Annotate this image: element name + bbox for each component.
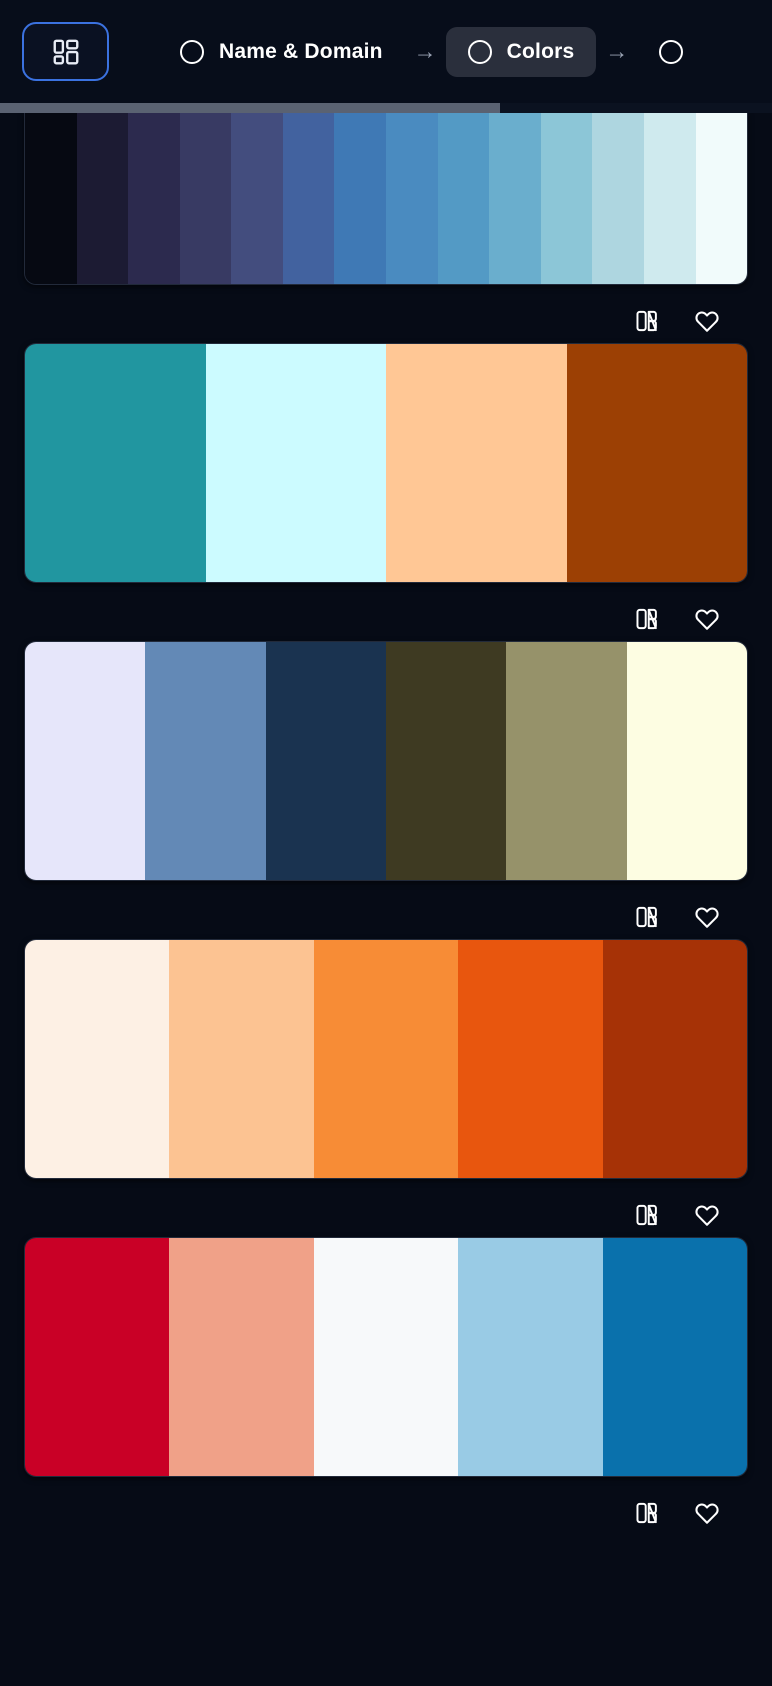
color-swatch[interactable] <box>128 113 180 284</box>
horizontal-scrollbar-track[interactable] <box>0 103 772 113</box>
color-swatch[interactable] <box>179 113 232 284</box>
color-swatch[interactable] <box>231 113 283 284</box>
palette-list[interactable] <box>0 113 772 1686</box>
step-name-and-domain[interactable]: Name & Domain <box>158 27 405 77</box>
color-swatch[interactable] <box>25 1238 170 1476</box>
color-swatch[interactable] <box>566 344 747 582</box>
color-swatch[interactable] <box>386 344 567 582</box>
color-swatch[interactable] <box>265 642 386 880</box>
dashboard-button[interactable] <box>22 22 109 81</box>
palette-actions <box>24 1477 748 1535</box>
step-colors[interactable]: Colors <box>445 26 597 77</box>
circle-outline-icon <box>467 39 492 64</box>
palette-card[interactable] <box>24 641 748 881</box>
color-swatch[interactable] <box>540 113 593 284</box>
circle-outline-icon <box>180 39 204 64</box>
palette-actions <box>24 1179 748 1237</box>
palette-card[interactable] <box>24 113 748 285</box>
heart-icon[interactable] <box>694 904 720 930</box>
step-label: Colors <box>506 39 575 63</box>
circle-outline-icon <box>659 39 684 64</box>
color-swatch[interactable] <box>334 113 387 284</box>
color-swatch[interactable] <box>313 1238 459 1476</box>
color-swatch[interactable] <box>592 113 644 284</box>
palette-actions <box>24 285 748 343</box>
color-swatch[interactable] <box>145 642 266 880</box>
step-next[interactable] <box>637 27 720 77</box>
color-swatch[interactable] <box>602 940 747 1178</box>
heart-icon[interactable] <box>694 308 720 334</box>
color-swatch[interactable] <box>602 1238 747 1476</box>
palette-block <box>0 113 772 343</box>
color-swatch[interactable] <box>626 642 747 880</box>
copy-palette-icon[interactable] <box>634 606 660 632</box>
copy-palette-icon[interactable] <box>634 1202 660 1228</box>
color-swatch[interactable] <box>76 113 129 284</box>
step-arrow-icon: → <box>605 38 629 64</box>
palette-card[interactable] <box>24 1237 748 1477</box>
palette-actions <box>24 881 748 939</box>
copy-palette-icon[interactable] <box>634 1500 660 1526</box>
color-swatch[interactable] <box>385 642 507 880</box>
palette-block <box>0 939 772 1237</box>
color-swatch[interactable] <box>25 344 206 582</box>
color-swatch[interactable] <box>25 113 77 284</box>
wizard-stepper: Name & Domain → Colors → <box>158 26 720 77</box>
heart-icon[interactable] <box>694 1500 720 1526</box>
color-swatch[interactable] <box>25 642 146 880</box>
step-label: Name & Domain <box>219 39 383 63</box>
color-swatch[interactable] <box>458 1238 603 1476</box>
dashboard-grid-icon <box>51 37 81 67</box>
color-swatch[interactable] <box>437 113 490 284</box>
color-swatch[interactable] <box>506 642 627 880</box>
heart-icon[interactable] <box>694 1202 720 1228</box>
step-arrow-icon: → <box>413 38 437 64</box>
color-swatch[interactable] <box>489 113 541 284</box>
copy-palette-icon[interactable] <box>634 308 660 334</box>
palette-block <box>0 1237 772 1535</box>
copy-palette-icon[interactable] <box>634 904 660 930</box>
color-swatch[interactable] <box>169 1238 314 1476</box>
heart-icon[interactable] <box>694 606 720 632</box>
palette-actions <box>24 583 748 641</box>
color-palette-picker-screen: Name & Domain → Colors → <box>0 0 772 1686</box>
wizard-header: Name & Domain → Colors → <box>0 0 772 103</box>
palette-card[interactable] <box>24 939 748 1179</box>
color-swatch[interactable] <box>205 344 386 582</box>
horizontal-scrollbar-thumb[interactable] <box>0 103 500 113</box>
color-swatch[interactable] <box>695 113 747 284</box>
color-swatch[interactable] <box>643 113 696 284</box>
color-swatch[interactable] <box>25 940 170 1178</box>
palette-card[interactable] <box>24 343 748 583</box>
color-swatch[interactable] <box>282 113 335 284</box>
palette-block <box>0 641 772 939</box>
color-swatch[interactable] <box>313 940 459 1178</box>
color-swatch[interactable] <box>169 940 314 1178</box>
color-swatch[interactable] <box>458 940 603 1178</box>
color-swatch[interactable] <box>386 113 438 284</box>
palette-block <box>0 343 772 641</box>
